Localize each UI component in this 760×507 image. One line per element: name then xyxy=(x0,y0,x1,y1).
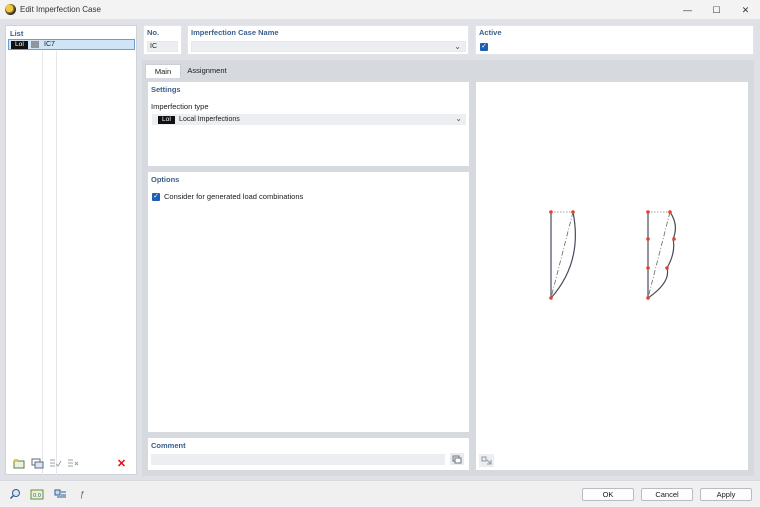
name-combobox[interactable]: ⌄ xyxy=(191,41,466,52)
active-field-group: Active ✓ xyxy=(475,25,754,55)
list-panel: List LoI IC7 ✕ xyxy=(5,25,137,476)
active-checkbox[interactable]: ✓ xyxy=(480,43,488,51)
close-icon[interactable]: ✕ xyxy=(731,0,760,20)
comment-section: Comment xyxy=(148,438,469,470)
imperfection-type-tag: LoI xyxy=(158,115,176,124)
apply-button[interactable]: Apply xyxy=(700,488,752,501)
tab-assignment[interactable]: Assignment xyxy=(182,64,232,78)
maximize-icon[interactable]: ☐ xyxy=(702,0,731,20)
svg-text:0.0: 0.0 xyxy=(33,493,41,499)
imperfection-type-select[interactable]: LoI Local Imperfections ⌄ xyxy=(152,114,466,125)
formula-icon[interactable]: ƒ xyxy=(74,487,90,501)
chevron-down-icon[interactable]: ⌄ xyxy=(455,114,462,123)
chevron-down-icon[interactable]: ⌄ xyxy=(454,42,461,52)
app-icon xyxy=(5,4,16,15)
column-divider xyxy=(56,51,57,476)
name-label: Imperfection Case Name xyxy=(191,28,279,37)
list-toolbar: ✕ xyxy=(12,456,134,470)
tab-main[interactable]: Main xyxy=(145,64,181,78)
consider-option[interactable]: ✓ Consider for generated load combinatio… xyxy=(152,192,303,201)
title-bar: Edit Imperfection Case — ☐ ✕ xyxy=(0,0,760,20)
list-item[interactable]: LoI IC7 xyxy=(8,39,135,50)
cancel-button[interactable]: Cancel xyxy=(641,488,693,501)
number-field-group: No. IC xyxy=(143,25,182,55)
view-options-icon[interactable] xyxy=(479,454,494,467)
minimize-icon[interactable]: — xyxy=(673,0,702,20)
delete-icon[interactable]: ✕ xyxy=(114,457,129,470)
new-item-icon[interactable] xyxy=(12,457,27,470)
window-title: Edit Imperfection Case xyxy=(20,5,101,14)
options-section: Options ✓ Consider for generated load co… xyxy=(148,172,469,432)
imperfection-type-label: Imperfection type xyxy=(151,102,209,111)
select-objects-icon[interactable] xyxy=(52,487,68,501)
imperfection-diagram xyxy=(549,210,676,300)
imperfection-type-value: Local Imperfections xyxy=(179,116,240,123)
color-swatch xyxy=(31,41,40,48)
bottom-bar: 0.0 ƒ OK Cancel Apply xyxy=(0,480,760,507)
check-all-icon[interactable] xyxy=(48,457,63,470)
active-label: Active xyxy=(479,28,502,37)
number-field[interactable]: IC xyxy=(147,41,178,52)
search-icon[interactable] xyxy=(7,487,23,501)
copy-item-icon[interactable] xyxy=(30,457,45,470)
options-header: Options xyxy=(151,175,180,184)
comment-header: Comment xyxy=(151,441,186,450)
consider-checkbox[interactable]: ✓ xyxy=(152,192,160,201)
list-header: List xyxy=(10,29,24,38)
units-icon[interactable]: 0.0 xyxy=(29,487,45,501)
name-field-group: Imperfection Case Name ⌄ xyxy=(187,25,469,55)
consider-label: Consider for generated load combinations xyxy=(164,192,304,201)
comment-input[interactable] xyxy=(151,454,445,465)
list-item-name: IC7 xyxy=(44,41,55,48)
settings-header: Settings xyxy=(151,85,181,94)
column-divider xyxy=(42,51,43,476)
uncheck-all-icon[interactable] xyxy=(66,457,81,470)
number-label: No. xyxy=(147,28,160,37)
ok-button[interactable]: OK xyxy=(582,488,634,501)
settings-section: Settings Imperfection type LoI Local Imp… xyxy=(148,82,469,166)
preview-panel xyxy=(476,82,748,470)
imperfection-tag: LoI xyxy=(11,40,29,49)
comment-library-icon[interactable] xyxy=(450,453,464,465)
